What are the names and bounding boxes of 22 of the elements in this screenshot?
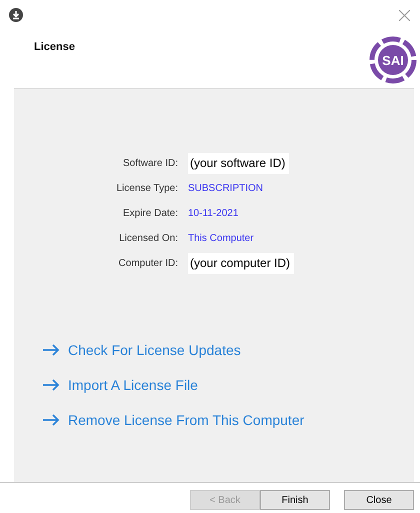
arrow-icon — [42, 379, 60, 391]
field-label: Computer ID: — [118, 257, 178, 271]
field-label: License Type: — [116, 182, 178, 196]
field-label: Licensed On: — [119, 232, 178, 246]
close-icon[interactable] — [399, 10, 410, 21]
link[interactable]: Remove License From This Computer — [68, 412, 304, 428]
arrow-icon — [42, 344, 60, 356]
field-value: 10-11-2021 — [188, 207, 238, 221]
field-value: SUBSCRIPTION — [188, 182, 264, 196]
download-icon — [9, 8, 23, 22]
close-button[interactable]: Close — [344, 490, 414, 510]
value-field: (your software ID) — [188, 153, 290, 174]
arrow-icon — [42, 414, 60, 426]
value-field: (your computer ID) — [188, 253, 294, 274]
logo: SAI — [368, 35, 418, 85]
field-label: Expire Date: — [122, 207, 178, 221]
finish-button[interactable]: Finish — [260, 490, 330, 510]
field-value: This Computer — [188, 232, 254, 246]
window-title: License — [34, 41, 75, 53]
link[interactable]: Import A License File — [68, 377, 198, 393]
link[interactable]: Check For License Updates — [68, 342, 241, 358]
field-label: Software ID: — [122, 157, 178, 171]
